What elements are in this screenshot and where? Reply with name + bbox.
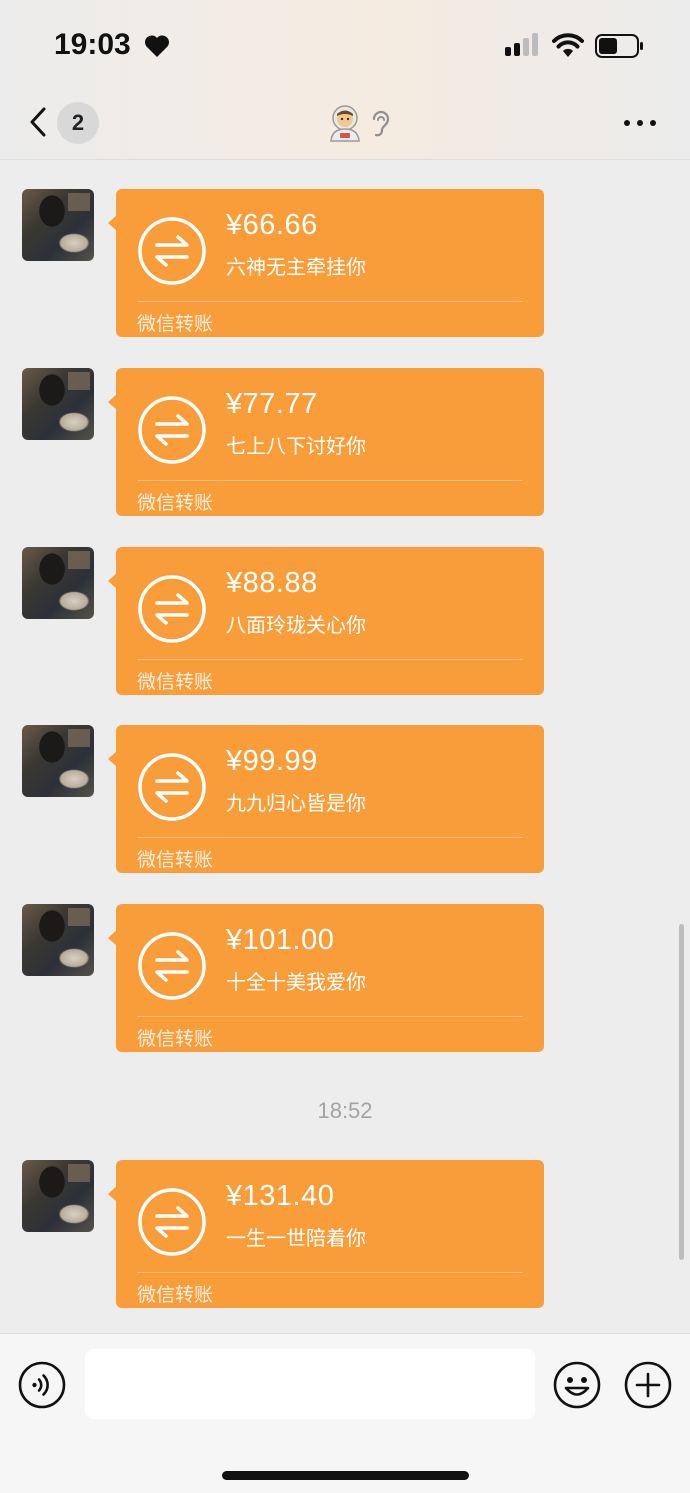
chat-message: ¥101.00 十全十美我爱你 微信转账 (0, 904, 690, 1054)
top-bar: 19:03 2 (0, 0, 690, 160)
voice-icon[interactable] (18, 1361, 66, 1409)
transfer-bubble[interactable]: ¥131.40 一生一世陪着你 微信转账 (108, 1160, 544, 1308)
transfer-amount: ¥99.99 (226, 745, 318, 777)
transfer-note: 十全十美我爱你 (226, 970, 366, 994)
transfer-amount: ¥66.66 (226, 209, 318, 241)
chat-message: ¥66.66 六神无主牵挂你 微信转账 (0, 189, 690, 339)
bubble-divider (137, 1272, 523, 1273)
input-bar (0, 1333, 690, 1493)
transfer-icon (138, 217, 206, 285)
home-indicator[interactable] (222, 1471, 469, 1480)
chat-message: ¥99.99 九九归心皆是你 微信转账 (0, 725, 690, 875)
transfer-note: 九九归心皆是你 (226, 791, 366, 815)
chat-timestamp: 18:52 (317, 1098, 373, 1123)
ear-icon (372, 110, 390, 137)
transfer-icon (138, 575, 206, 643)
avatar[interactable] (22, 1160, 94, 1232)
transfer-note: 八面玲珑关心你 (226, 613, 366, 637)
emoji-icon[interactable] (553, 1361, 601, 1409)
bubble-divider (137, 659, 523, 660)
transfer-amount: ¥77.77 (226, 388, 318, 420)
chat-scrollbar[interactable] (679, 924, 684, 1260)
astronaut-emoji-icon (330, 105, 360, 142)
wifi-icon (552, 33, 584, 57)
message-input[interactable] (85, 1349, 535, 1419)
back-arrow-icon[interactable] (28, 106, 48, 138)
plus-icon[interactable] (624, 1361, 672, 1409)
transfer-label: 微信转账 (137, 1028, 214, 1050)
battery-icon (595, 34, 643, 58)
avatar[interactable] (22, 368, 94, 440)
avatar[interactable] (22, 725, 94, 797)
transfer-label: 微信转账 (137, 1284, 214, 1306)
transfer-label: 微信转账 (137, 492, 214, 514)
transfer-note: 一生一世陪着你 (226, 1226, 366, 1250)
avatar[interactable] (22, 189, 94, 261)
avatar[interactable] (22, 904, 94, 976)
chat-message: ¥131.40 一生一世陪着你 微信转账 (0, 1160, 690, 1310)
transfer-label: 微信转账 (137, 849, 214, 871)
transfer-note: 七上八下讨好你 (226, 434, 366, 458)
heart-icon (144, 35, 170, 57)
avatar[interactable] (22, 547, 94, 619)
cellular-signal-icon (505, 33, 538, 56)
transfer-icon (138, 396, 206, 464)
bubble-divider (137, 301, 523, 302)
bubble-divider (137, 480, 523, 481)
transfer-bubble[interactable]: ¥99.99 九九归心皆是你 微信转账 (108, 725, 544, 873)
transfer-label: 微信转账 (137, 313, 214, 335)
chat-message: ¥88.88 八面玲珑关心你 微信转账 (0, 547, 690, 697)
transfer-icon (138, 932, 206, 1000)
more-dots-icon[interactable] (623, 119, 657, 127)
transfer-label: 微信转账 (137, 671, 214, 693)
transfer-bubble[interactable]: ¥101.00 十全十美我爱你 微信转账 (108, 904, 544, 1052)
bubble-divider (137, 837, 523, 838)
transfer-amount: ¥88.88 (226, 567, 318, 599)
status-time: 19:03 (54, 28, 131, 61)
bubble-divider (137, 1016, 523, 1017)
transfer-amount: ¥101.00 (226, 924, 335, 956)
transfer-bubble[interactable]: ¥77.77 七上八下讨好你 微信转账 (108, 368, 544, 516)
unread-count-badge[interactable]: 2 (57, 102, 99, 144)
transfer-amount: ¥131.40 (226, 1180, 335, 1212)
transfer-bubble[interactable]: ¥66.66 六神无主牵挂你 微信转账 (108, 189, 544, 337)
chat-message: ¥77.77 七上八下讨好你 微信转账 (0, 368, 690, 518)
transfer-icon (138, 753, 206, 821)
transfer-bubble[interactable]: ¥88.88 八面玲珑关心你 微信转账 (108, 547, 544, 695)
transfer-icon (138, 1188, 206, 1256)
transfer-note: 六神无主牵挂你 (226, 255, 366, 279)
